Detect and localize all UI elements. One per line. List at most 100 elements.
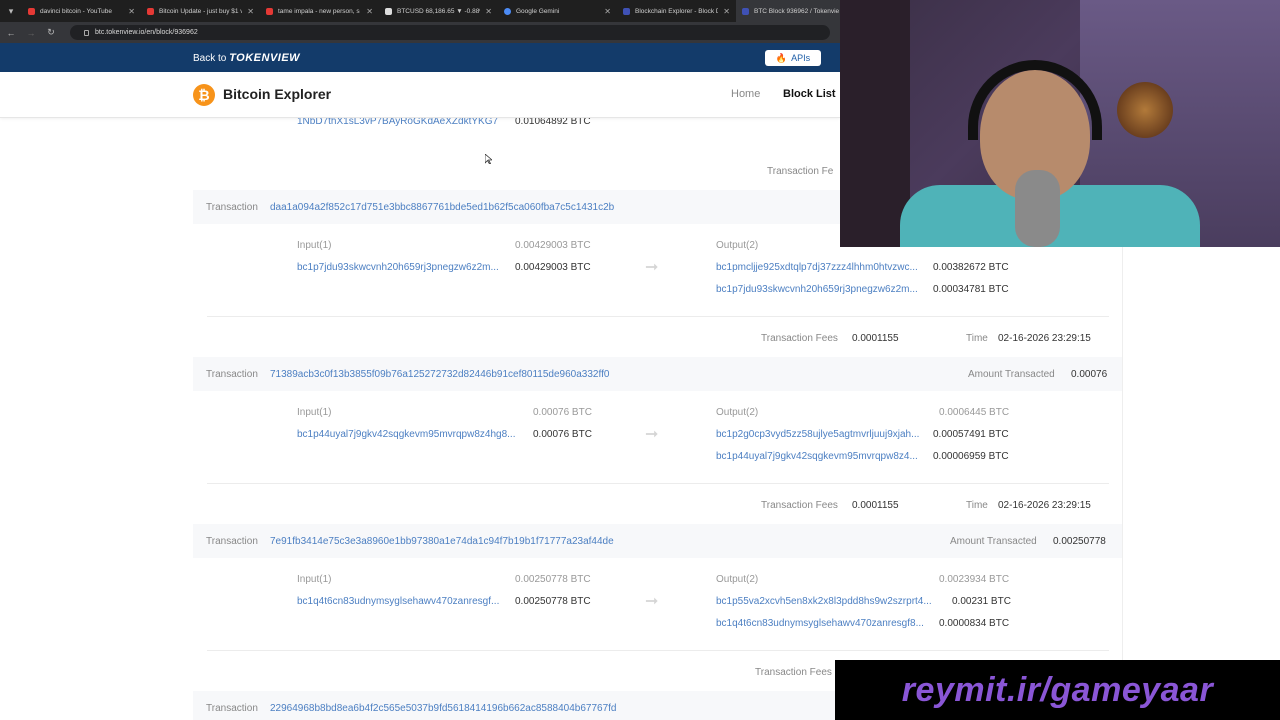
browser-tab[interactable]: Blockchain Explorer - Block D ✕ bbox=[617, 0, 736, 22]
tab-title: Google Gemini bbox=[516, 7, 560, 15]
tab-close-icon[interactable]: ✕ bbox=[604, 7, 611, 16]
address-bar[interactable]: btc.tokenview.io/en/block/936962 bbox=[70, 25, 830, 40]
transaction-label: Transaction bbox=[206, 202, 258, 213]
input-amount: 0.00429003 BTC bbox=[515, 262, 591, 273]
tab-search-icon[interactable]: ▾ bbox=[0, 0, 22, 22]
output-address-link[interactable]: bc1p44uyal7j9gkv42sqgkevm95mvrqpw8z4... bbox=[716, 451, 918, 462]
output-amount: 0.00382672 BTC bbox=[933, 262, 1009, 273]
tab-close-icon[interactable]: ✕ bbox=[366, 7, 373, 16]
reload-icon[interactable]: ↻ bbox=[46, 27, 56, 38]
forward-arrow-icon[interactable]: → bbox=[26, 28, 36, 38]
output-address-link[interactable]: bc1pmcljje925xdtqlp7dj37zzz4lhhm0htvzwc.… bbox=[716, 262, 918, 273]
address-bar-url: btc.tokenview.io/en/block/936962 bbox=[95, 29, 198, 36]
input-address-link[interactable]: bc1p7jdu93skwcvnh20h659rj3pnegzw6z2m... bbox=[297, 262, 499, 273]
output-amount: 0.01064892 BTC bbox=[515, 118, 591, 127]
back-prefix: Back to bbox=[193, 53, 227, 64]
tab-close-icon[interactable]: ✕ bbox=[247, 7, 254, 16]
fees-value: 0.0001155 bbox=[852, 333, 899, 344]
tab-close-icon[interactable]: ✕ bbox=[485, 7, 492, 16]
transaction-hash-link[interactable]: 22964968b8bd8ea6b4f2c565e5037b9fd5618414… bbox=[270, 703, 616, 714]
tab-title: BTC Block 936962 / Tokenvie bbox=[754, 7, 840, 15]
tab-title: Blockchain Explorer - Block D bbox=[635, 7, 719, 15]
site-brand-title[interactable]: Bitcoin Explorer bbox=[223, 86, 331, 102]
arrow-right-icon: ➞ bbox=[645, 259, 659, 276]
stream-banner: reymit.ir/gameyaar bbox=[835, 660, 1280, 720]
divider bbox=[207, 316, 1109, 317]
gemini-favicon-icon bbox=[504, 7, 511, 15]
browser-tab[interactable]: Google Gemini ✕ bbox=[498, 0, 617, 22]
input-total: 0.00429003 BTC bbox=[515, 240, 591, 251]
input-amount: 0.00076 BTC bbox=[533, 429, 592, 440]
tab-title: BTCUSD 68,186.65 ▼ -0.88% bbox=[397, 7, 481, 15]
output-amount: 0.0000834 BTC bbox=[939, 618, 1010, 629]
input-total: 0.00076 BTC bbox=[533, 407, 592, 418]
input-total: 0.00250778 BTC bbox=[515, 574, 591, 585]
output-address-link[interactable]: bc1q4t6cn83udnymsyglsehawv470zanresgf8..… bbox=[716, 618, 924, 629]
amount-transacted-value: 0.00076 bbox=[1071, 369, 1108, 380]
nav-block-list-link[interactable]: Block List bbox=[783, 88, 836, 100]
back-to-tokenview-link[interactable]: Back to TOKENVIEW bbox=[193, 52, 300, 64]
amount-transacted-label: Amount Transacted bbox=[950, 536, 1037, 547]
output-amount: 0.00057491 BTC bbox=[933, 429, 1009, 440]
fees-label: Transaction Fees bbox=[761, 500, 838, 511]
output-amount: 0.00006959 BTC bbox=[933, 451, 1009, 462]
amount-transacted-value: 0.00250778 bbox=[1053, 536, 1106, 547]
bitcoin-logo-icon: ₿ bbox=[193, 84, 215, 106]
browser-tab[interactable]: Bitcoin Update - just buy $1 v ✕ bbox=[141, 0, 260, 22]
youtube-favicon-icon bbox=[147, 7, 154, 15]
output-address-link[interactable]: bc1p7jdu93skwcvnh20h659rj3pnegzw6z2m... bbox=[716, 284, 918, 295]
output-header: Output(2) bbox=[716, 240, 759, 251]
fees-label: Transaction Fees bbox=[755, 667, 832, 678]
output-total: 0.0006445 BTC bbox=[939, 407, 1010, 418]
youtube-favicon-icon bbox=[266, 7, 273, 15]
time-value: 02-16-2026 23:29:15 bbox=[998, 333, 1091, 344]
output-total: 0.0023934 BTC bbox=[939, 574, 1010, 585]
explorer-navbar: ₿ Bitcoin Explorer Home Block List bbox=[0, 72, 840, 118]
browser-tab[interactable]: BTCUSD 68,186.65 ▼ -0.88% ✕ bbox=[379, 0, 498, 22]
browser-tab[interactable]: davinci bitcoin - YouTube ✕ bbox=[22, 0, 141, 22]
tab-title: Bitcoin Update - just buy $1 v bbox=[159, 7, 243, 15]
nav-home-link[interactable]: Home bbox=[731, 88, 760, 100]
microphone-image bbox=[1015, 170, 1060, 247]
transaction-hash-link[interactable]: 71389acb3c0f13b3855f09b76a125272732d8244… bbox=[270, 369, 609, 380]
transaction-label: Transaction bbox=[206, 369, 258, 380]
transaction-label: Transaction bbox=[206, 536, 258, 547]
output-amount: 0.00034781 BTC bbox=[933, 284, 1009, 295]
tab-close-icon[interactable]: ✕ bbox=[723, 7, 730, 16]
tab-title: tame impala - new person, s bbox=[278, 7, 360, 15]
input-header: Input(1) bbox=[297, 407, 332, 418]
explorer-favicon-icon bbox=[623, 7, 630, 15]
input-address-link[interactable]: bc1p44uyal7j9gkv42sqgkevm95mvrqpw8z4hg8.… bbox=[297, 429, 515, 440]
divider bbox=[207, 483, 1109, 484]
arrow-right-icon: ➞ bbox=[645, 593, 659, 610]
output-header: Output(2) bbox=[716, 574, 759, 585]
browser-tab[interactable]: tame impala - new person, s ✕ bbox=[260, 0, 379, 22]
apis-button[interactable]: 🔥 APIs bbox=[765, 50, 821, 66]
transaction-hash-link[interactable]: daa1a094a2f852c17d751e3bbc8867761bde5ed1… bbox=[270, 202, 614, 213]
back-arrow-icon[interactable]: ← bbox=[6, 28, 16, 38]
transaction-label: Transaction bbox=[206, 703, 258, 714]
tokenview-favicon-icon bbox=[742, 7, 749, 15]
flame-icon: 🔥 bbox=[775, 52, 788, 63]
input-address-link[interactable]: bc1q4t6cn83udnymsyglsehawv470zanresgf... bbox=[297, 596, 499, 607]
fees-label: Transaction Fe bbox=[767, 166, 834, 177]
input-header: Input(1) bbox=[297, 574, 332, 585]
tokenview-logo: TOKENVIEW bbox=[229, 52, 301, 64]
youtube-favicon-icon bbox=[28, 7, 35, 15]
input-amount: 0.00250778 BTC bbox=[515, 596, 591, 607]
output-address-link[interactable]: bc1p2g0cp3vyd5zz58ujlye5agtmvrljuuj9xjah… bbox=[716, 429, 919, 440]
site-info-icon[interactable] bbox=[84, 29, 89, 36]
output-amount: 0.00231 BTC bbox=[952, 596, 1011, 607]
webcam-overlay bbox=[840, 0, 1280, 247]
site-top-bar: Back to TOKENVIEW 🔥 APIs bbox=[0, 43, 840, 72]
output-address-link[interactable]: 1NbD7thX1sL3vP7BAyRoGKdAeXZdktYKG7 bbox=[297, 118, 498, 127]
tab-title: davinci bitcoin - YouTube bbox=[40, 7, 113, 15]
browser-tab-active[interactable]: BTC Block 936962 / Tokenvie bbox=[736, 0, 855, 22]
arrow-right-icon: ➞ bbox=[645, 426, 659, 443]
output-header: Output(2) bbox=[716, 407, 759, 418]
transaction-hash-link[interactable]: 7e91fb3414e75c3e3a8960e1bb97380a1e74da1c… bbox=[270, 536, 614, 547]
output-address-link[interactable]: bc1p55va2xcvh5en8xk2x8l3pdd8hs9w2szrprt4… bbox=[716, 596, 932, 607]
tab-close-icon[interactable]: ✕ bbox=[128, 7, 135, 16]
time-value: 02-16-2026 23:29:15 bbox=[998, 500, 1091, 511]
amount-transacted-label: Amount Transacted bbox=[968, 369, 1055, 380]
